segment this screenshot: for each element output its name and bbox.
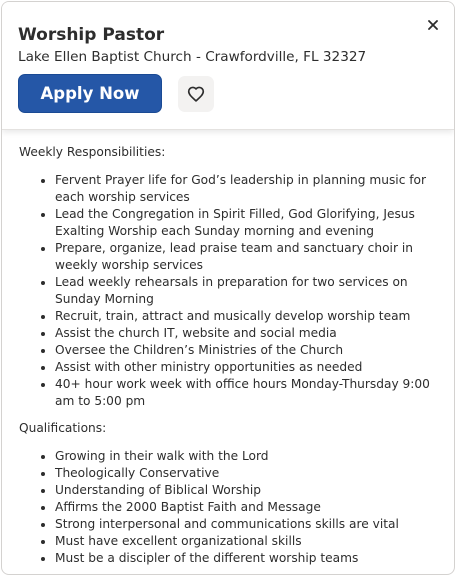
list-item: 40+ hour work week with office hours Mon… <box>55 376 438 410</box>
close-button[interactable] <box>422 14 444 36</box>
list-item: Fervent Prayer life for God’s leadership… <box>55 172 438 206</box>
job-description: Weekly Responsibilities: Fervent Prayer … <box>2 130 454 567</box>
list-item: Prepare, organize, lead praise team and … <box>55 240 438 274</box>
qualifications-heading: Qualifications: <box>19 421 107 435</box>
job-detail-card: Worship Pastor Lake Ellen Baptist Church… <box>1 1 455 575</box>
list-item: Assist the church IT, website and social… <box>55 325 438 342</box>
list-item: Lead the Congregation in Spirit Filled, … <box>55 206 438 240</box>
list-item: Assist with other ministry opportunities… <box>55 359 438 376</box>
list-item: Understanding of Biblical Worship <box>55 482 438 499</box>
responsibilities-list: Fervent Prayer life for God’s leadership… <box>19 172 438 410</box>
list-item: Recruit, train, attract and musically de… <box>55 308 438 325</box>
qualifications-list: Growing in their walk with the Lord Theo… <box>19 448 438 567</box>
save-job-button[interactable] <box>178 76 214 112</box>
list-item: Theologically Conservative <box>55 465 438 482</box>
job-header: Worship Pastor Lake Ellen Baptist Church… <box>2 2 454 130</box>
responsibilities-heading: Weekly Responsibilities: <box>19 145 166 159</box>
apply-now-button[interactable]: Apply Now <box>18 74 162 113</box>
list-item: Must be a discipler of the different wor… <box>55 550 438 567</box>
list-item: Oversee the Children’s Ministries of the… <box>55 342 438 359</box>
list-item: Strong interpersonal and communications … <box>55 516 438 533</box>
close-icon <box>428 20 438 30</box>
list-item: Lead weekly rehearsals in preparation fo… <box>55 274 438 308</box>
heart-outline-icon <box>187 86 205 102</box>
list-item: Affirms the 2000 Baptist Faith and Messa… <box>55 499 438 516</box>
company-location: Lake Ellen Baptist Church - Crawfordvill… <box>18 49 367 65</box>
list-item: Must have excellent organizational skill… <box>55 533 438 550</box>
list-item: Growing in their walk with the Lord <box>55 448 438 465</box>
job-title: Worship Pastor <box>18 25 165 45</box>
